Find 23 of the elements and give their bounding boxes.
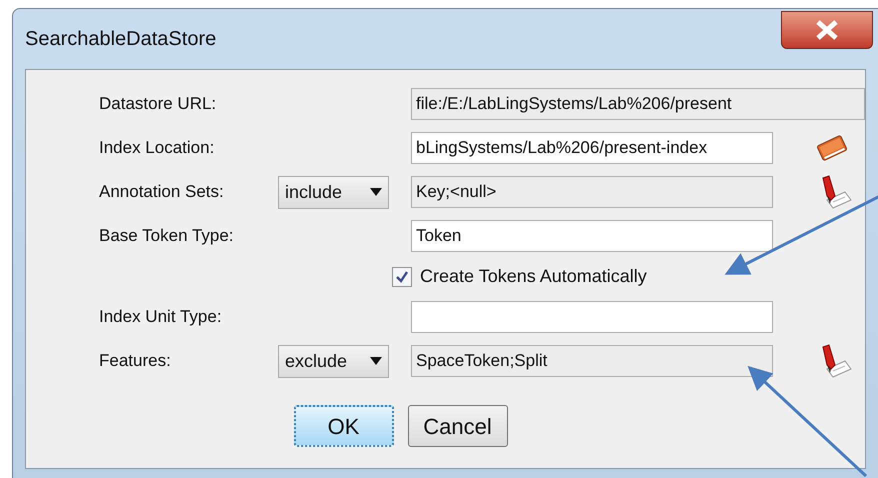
dropdown[interactable]: include (278, 176, 389, 208)
checkbox[interactable] (392, 266, 412, 286)
field-label: Index Unit Type: (99, 306, 222, 328)
text-field[interactable]: Token (411, 220, 773, 252)
ok-button[interactable]: OK (294, 405, 394, 447)
field-label: Features: (99, 350, 171, 372)
field-label: Datastore URL: (99, 93, 216, 116)
dropdown[interactable]: exclude (278, 344, 389, 378)
checkbox-label: Create Tokens Automatically (420, 265, 647, 288)
text-field[interactable] (411, 301, 773, 333)
text-field[interactable]: SpaceToken;Split (411, 345, 773, 377)
text-field[interactable]: Key;<null> (411, 176, 773, 208)
field-label: Annotation Sets: (99, 181, 224, 204)
cancel-button[interactable]: Cancel (408, 405, 508, 447)
field-label: Index Location: (99, 137, 214, 160)
text-field[interactable]: file:/E:/LabLingSystems/Lab%206/present (411, 88, 865, 120)
field-label: Base Token Type: (99, 225, 234, 248)
caret-icon (370, 188, 382, 196)
close-icon (814, 19, 840, 41)
text-field[interactable]: bLingSystems/Lab%206/present-index (411, 132, 773, 164)
window-title: SearchableDataStore (25, 27, 216, 52)
caret-icon (370, 357, 382, 365)
close-button[interactable] (781, 11, 873, 49)
